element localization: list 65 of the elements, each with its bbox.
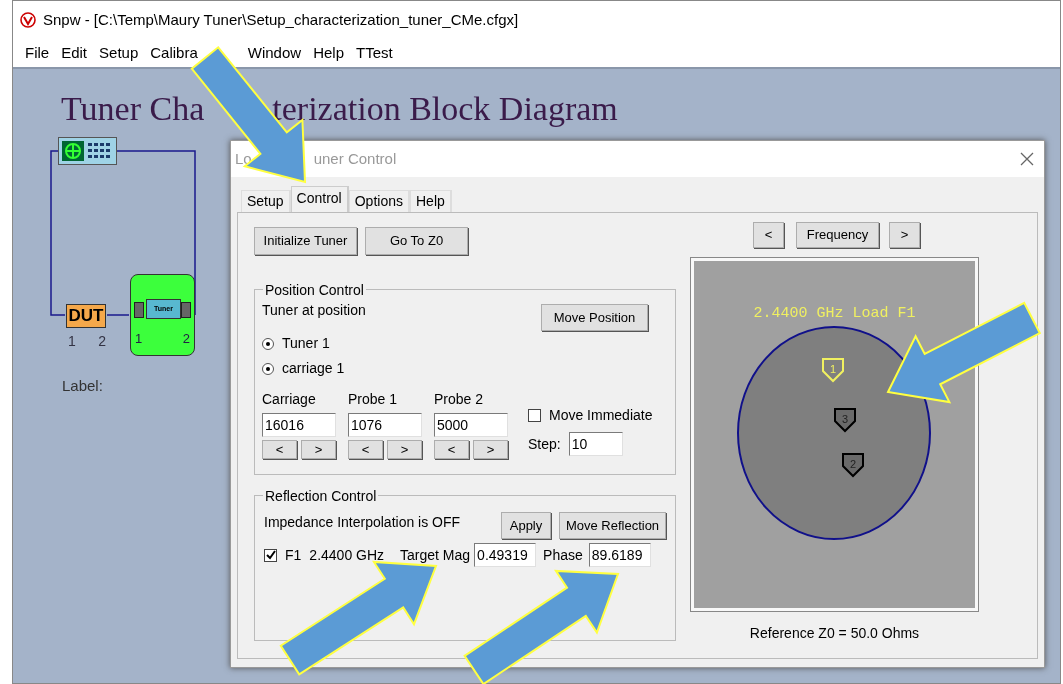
position-field[interactable]: 1076 [348, 413, 422, 437]
step-label: Step: [528, 434, 561, 454]
menu-item[interactable]: TTest [350, 41, 399, 65]
initialize-tuner-button[interactable]: Initialize Tuner [254, 227, 357, 255]
next-frequency-button[interactable]: > [889, 222, 920, 248]
radio-label: Tuner 1 [282, 334, 330, 353]
window-title: Snpw - [C:\Temp\Maury Tuner\Setup_characterization_tuner_CMe.cfgx] [43, 9, 519, 30]
tab[interactable]: Help [410, 190, 452, 212]
diagram-heading: terization Block Diagram [272, 89, 618, 129]
connector-icon [134, 302, 144, 318]
position-field[interactable]: 5000 [434, 413, 508, 437]
connector-icon [181, 302, 191, 318]
dialog-title: uner Control [313, 148, 397, 169]
port-number: 1 [135, 330, 143, 348]
port-number: 1 [68, 332, 76, 351]
checkbox-label: Move Immediate [549, 406, 653, 425]
dut-block: DUT [66, 304, 106, 328]
step-field[interactable]: 10 [568, 432, 623, 456]
increase-button[interactable]: > [473, 440, 508, 459]
radio-button[interactable] [262, 337, 274, 350]
menu-item[interactable]: Setup [93, 41, 145, 65]
frequency-text: 2.4400 GHz [309, 545, 385, 565]
tab[interactable]: Control [290, 186, 349, 212]
tab[interactable]: Options [348, 190, 410, 212]
previous-frequency-button[interactable]: < [753, 222, 784, 248]
tab[interactable]: Setup [241, 190, 291, 212]
increase-button[interactable]: > [301, 440, 336, 459]
position-field[interactable]: 16016 [262, 413, 336, 437]
field-label: Probe 1 [348, 390, 399, 409]
phase-field[interactable]: 89.6189 [588, 543, 651, 567]
checkbox[interactable] [264, 548, 277, 562]
move-position-button[interactable]: Move Position [541, 304, 648, 331]
checkbox[interactable] [528, 409, 541, 422]
status-text: Impedance Interpolation is OFF [264, 513, 461, 532]
phase-label: Phase [543, 545, 583, 565]
target-mag-field[interactable]: 0.49319 [474, 543, 537, 567]
label-caption: Label: [62, 376, 103, 396]
radio-button[interactable] [262, 362, 274, 375]
analyzer-block-icon [58, 137, 117, 165]
chart-title: 2.4400 GHz Load F1 [752, 304, 917, 324]
port-number: 2 [98, 332, 106, 351]
target-mag-label: Target Mag [400, 545, 471, 565]
menu-item[interactable]: File [19, 41, 56, 65]
field-label: Carriage [262, 390, 317, 409]
checkbox-label: F1 [285, 545, 302, 565]
menu-item[interactable]: Calibra [144, 41, 204, 65]
menu-item[interactable]: Help [307, 41, 350, 65]
apply-button[interactable]: Apply [501, 512, 551, 539]
diagram-heading: Tuner Cha [61, 89, 205, 129]
menu-item[interactable]: Edit [55, 41, 94, 65]
close-icon[interactable] [1020, 152, 1034, 166]
decrease-button[interactable]: < [348, 440, 383, 459]
decrease-button[interactable]: < [434, 440, 469, 459]
port-number: 2 [182, 330, 190, 348]
go-to-z0-button[interactable]: Go To Z0 [365, 227, 468, 255]
app-logo-icon [19, 12, 37, 28]
menu-item[interactable]: Window [241, 41, 308, 65]
move-reflection-button[interactable]: Move Reflection [559, 512, 666, 539]
radio-label: carriage 1 [282, 359, 345, 378]
status-text: Tuner at position [262, 301, 366, 320]
reference-text: Reference Z0 = 50.0 Ohms [749, 624, 920, 643]
field-label: Probe 2 [434, 390, 485, 409]
decrease-button[interactable]: < [262, 440, 297, 459]
frequency-button[interactable]: Frequency [796, 222, 879, 248]
increase-button[interactable]: > [387, 440, 422, 459]
